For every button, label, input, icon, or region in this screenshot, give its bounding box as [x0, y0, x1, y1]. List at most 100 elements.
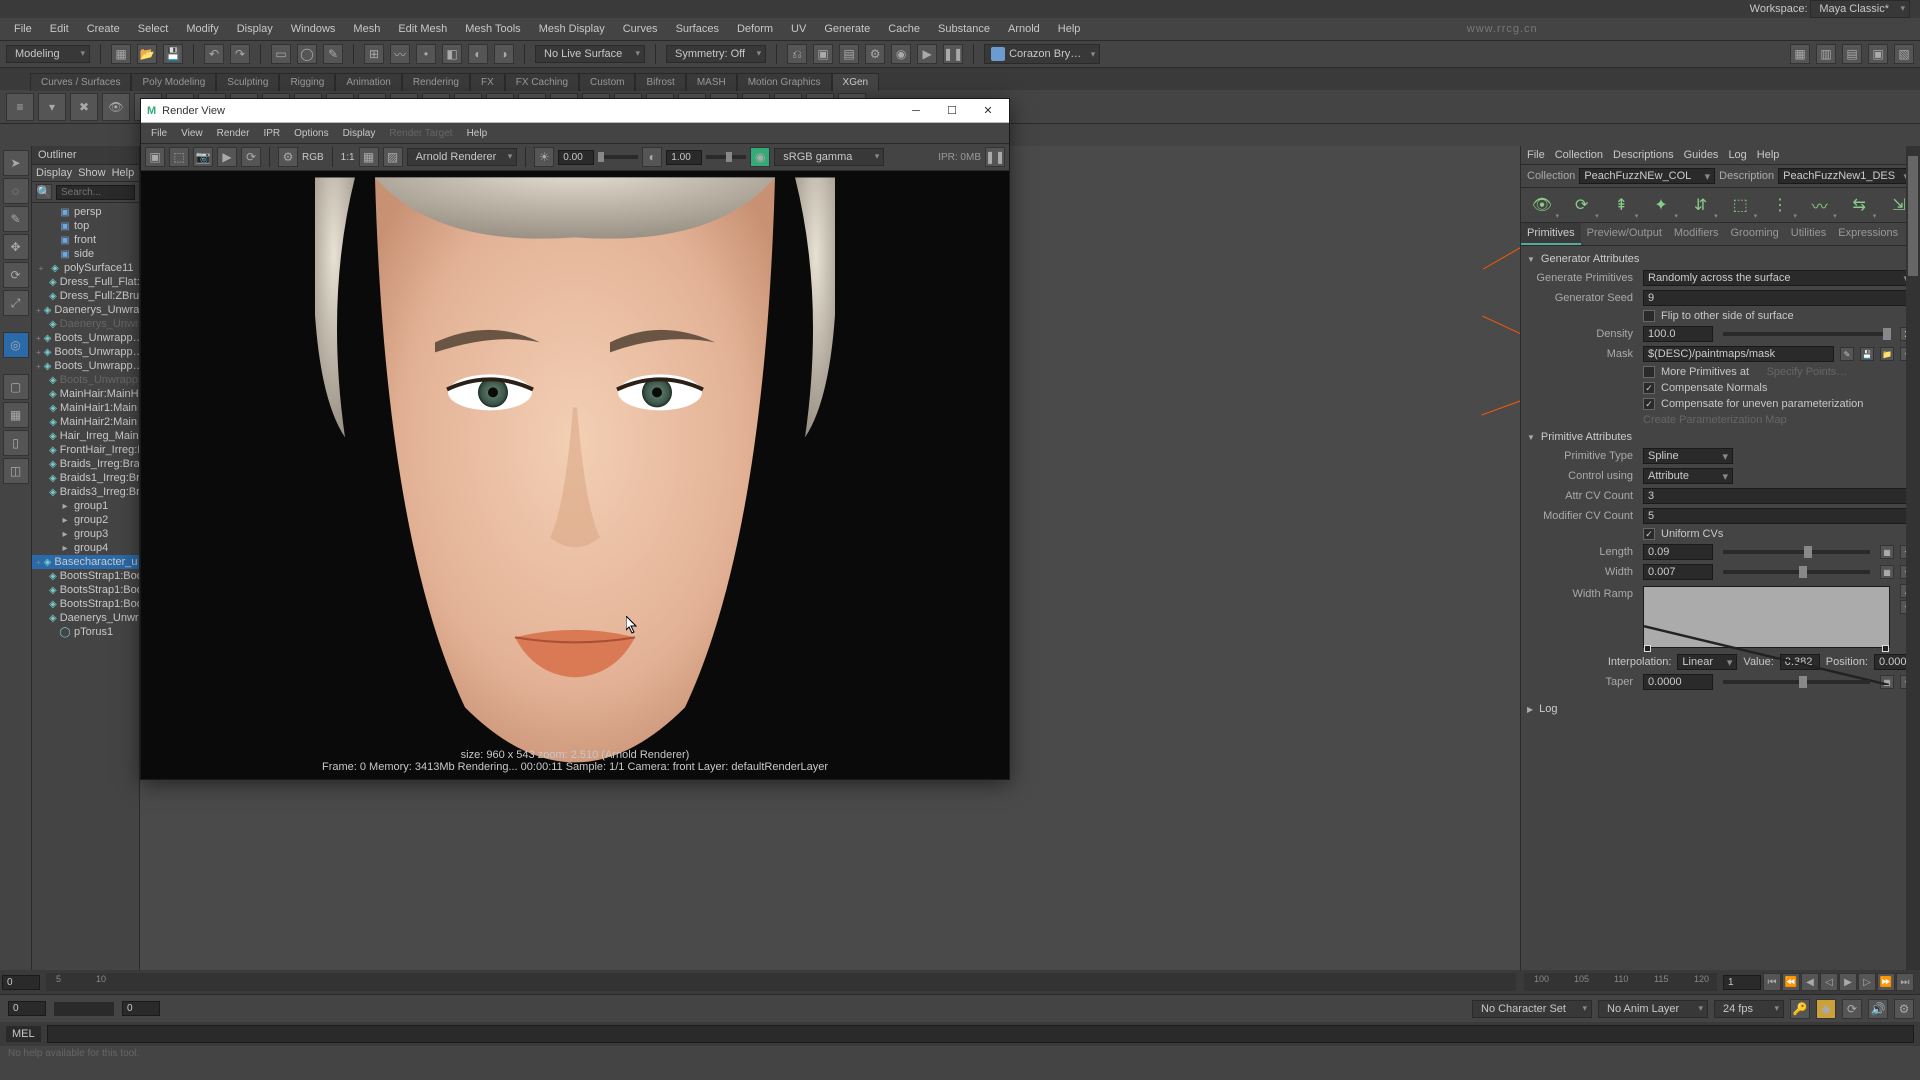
step-back-icon[interactable]: ◀: [1801, 973, 1819, 991]
outliner-item[interactable]: +Boots_Unwrapp…: [32, 345, 139, 359]
outliner-item[interactable]: MainHair2:Main: [32, 415, 139, 429]
shelftab-fx[interactable]: FX: [470, 73, 505, 91]
expr-icon[interactable]: ▦: [1880, 565, 1894, 579]
brush-icon[interactable]: ✎: [1840, 347, 1854, 361]
menu-modify[interactable]: Modify: [178, 20, 226, 38]
outliner-menu-display[interactable]: Display: [36, 167, 72, 179]
shelftab-rigging[interactable]: Rigging: [279, 73, 335, 91]
folder-icon[interactable]: 📁: [1880, 347, 1894, 361]
menuset-dropdown[interactable]: Modeling: [6, 45, 90, 63]
shelftab-custom[interactable]: Custom: [579, 73, 635, 91]
outliner-item[interactable]: pTorus1: [32, 625, 139, 639]
outliner-item[interactable]: BootsStrap1:Boo: [32, 583, 139, 597]
toggle-tool-icon[interactable]: ▣: [1868, 44, 1888, 64]
lasso-icon[interactable]: ◯: [297, 44, 317, 64]
pause-ipr-icon[interactable]: ❚❚: [985, 147, 1005, 167]
modcv-field[interactable]: 5: [1643, 508, 1914, 524]
rgb-label[interactable]: RGB: [302, 152, 324, 163]
exposure-icon[interactable]: ☀: [534, 147, 554, 167]
outliner-item[interactable]: side: [32, 247, 139, 261]
menu-create[interactable]: Create: [79, 20, 128, 38]
play-back-icon[interactable]: ◁: [1820, 973, 1838, 991]
menu-substance[interactable]: Substance: [930, 20, 998, 38]
timeline-cur-field[interactable]: 1: [1723, 975, 1761, 990]
width-slider[interactable]: [1723, 570, 1870, 574]
scale-tool-icon[interactable]: ⤢: [3, 290, 29, 316]
interp-dropdown[interactable]: Linear: [1677, 654, 1737, 670]
play-forward-icon[interactable]: ▶: [1839, 973, 1857, 991]
rv-menu-ipr[interactable]: IPR: [257, 126, 286, 141]
hypershade-icon[interactable]: ◉: [891, 44, 911, 64]
ipr-icon[interactable]: ▤: [839, 44, 859, 64]
outliner-search-input[interactable]: [56, 185, 135, 200]
search-icon[interactable]: 🔍: [36, 184, 52, 200]
timeline-start-field[interactable]: 0: [2, 975, 40, 990]
paint-tool-icon[interactable]: ✎: [3, 206, 29, 232]
outliner-item[interactable]: group4: [32, 541, 139, 555]
rotate-tool-icon[interactable]: ⟳: [3, 262, 29, 288]
createparam-link[interactable]: Create Parameterization Map: [1643, 414, 1787, 426]
outliner-item[interactable]: +Basecharacter_u: [32, 555, 139, 569]
time-track[interactable]: 100105110115120: [1524, 973, 1717, 991]
outliner-item[interactable]: Daenerys_Unwr: [32, 317, 139, 331]
refresh-ipr-icon[interactable]: ⟳: [241, 147, 261, 167]
xgen-select-icon[interactable]: ⬚: [1725, 192, 1755, 218]
sound-icon[interactable]: 🔊: [1868, 999, 1888, 1019]
time-slider[interactable]: 0 510: [0, 970, 1520, 994]
autokey-icon[interactable]: 🔑: [1790, 999, 1810, 1019]
rv-menu-render[interactable]: Render: [211, 126, 256, 141]
snapshot-icon[interactable]: 📷: [193, 147, 213, 167]
outliner-item[interactable]: MainHair:MainH: [32, 387, 139, 401]
length-slider[interactable]: [1723, 550, 1870, 554]
shelftab-animation[interactable]: Animation: [335, 73, 401, 91]
loop-icon[interactable]: ⟳: [1842, 999, 1862, 1019]
rv-menu-view[interactable]: View: [175, 126, 209, 141]
select-mode-icon[interactable]: ▭: [271, 44, 291, 64]
render-settings-icon[interactable]: ⚙: [865, 44, 885, 64]
layout-single-icon[interactable]: ▢: [3, 374, 29, 400]
open-scene-icon[interactable]: 📂: [137, 44, 157, 64]
gamma-slider[interactable]: [706, 155, 746, 159]
toggle-panel-icon[interactable]: ▥: [1816, 44, 1836, 64]
xgen-menu-log[interactable]: Log: [1728, 149, 1746, 161]
description-dropdown[interactable]: PeachFuzzNew1_DES: [1778, 168, 1914, 184]
menu-mesh-tools[interactable]: Mesh Tools: [457, 20, 528, 38]
outliner-item[interactable]: +Boots_Unwrapp…: [32, 359, 139, 373]
shelftab-fx-caching[interactable]: FX Caching: [505, 73, 579, 91]
mask-field[interactable]: $(DESC)/paintmaps/mask: [1643, 346, 1834, 362]
outliner-item[interactable]: FrontHair_Irreg:H: [32, 443, 139, 457]
shelftab-curves-surfaces[interactable]: Curves / Surfaces: [30, 73, 131, 91]
outliner-item[interactable]: MainHair1:Main: [32, 401, 139, 415]
xgen-flip-icon[interactable]: ⇵: [1686, 192, 1716, 218]
outliner-menu-help[interactable]: Help: [112, 167, 135, 179]
rv-menu-file[interactable]: File: [145, 126, 173, 141]
mel-input[interactable]: [47, 1025, 1914, 1043]
layout-persp-icon[interactable]: ◫: [3, 458, 29, 484]
seed-field[interactable]: 9: [1643, 290, 1914, 306]
toggle-shelf-icon[interactable]: ▦: [1790, 44, 1810, 64]
xgen-tab-expressions[interactable]: Expressions: [1832, 223, 1904, 245]
render-icon[interactable]: ▣: [813, 44, 833, 64]
layout-two-icon[interactable]: ▯: [3, 430, 29, 456]
save-scene-icon[interactable]: 💾: [163, 44, 183, 64]
shelf-icon[interactable]: 👁: [102, 93, 130, 121]
remove-image-icon[interactable]: ▨: [383, 147, 403, 167]
step-fwd-icon[interactable]: ▷: [1858, 973, 1876, 991]
shelftab-poly-modeling[interactable]: Poly Modeling: [131, 73, 216, 91]
ptype-dropdown[interactable]: Spline: [1643, 448, 1733, 464]
taper-slider[interactable]: [1723, 680, 1870, 684]
shelf-collapse-icon[interactable]: ▾: [38, 93, 66, 121]
render-settings-icon[interactable]: ⚙: [278, 147, 298, 167]
menu-uv[interactable]: UV: [783, 20, 814, 38]
outliner-item[interactable]: group2: [32, 513, 139, 527]
key-icon[interactable]: ◆: [1816, 999, 1836, 1019]
rv-menu-help[interactable]: Help: [461, 126, 494, 141]
outliner-item[interactable]: Braids3_Irreg:Bra: [32, 485, 139, 499]
renderer-dropdown[interactable]: Arnold Renderer: [407, 148, 518, 166]
time-slider-right[interactable]: 100105110115120 1 ⏮ ⏪ ◀ ◁ ▶ ▷ ⏩ ⏭: [1520, 970, 1920, 994]
expand-icon[interactable]: +: [36, 362, 41, 371]
attrcv-field[interactable]: 3: [1643, 488, 1914, 504]
outliner-item[interactable]: +Boots_Unwrapp…: [32, 331, 139, 345]
step-back-key-icon[interactable]: ⏪: [1782, 973, 1800, 991]
outliner-item[interactable]: persp: [32, 205, 139, 219]
